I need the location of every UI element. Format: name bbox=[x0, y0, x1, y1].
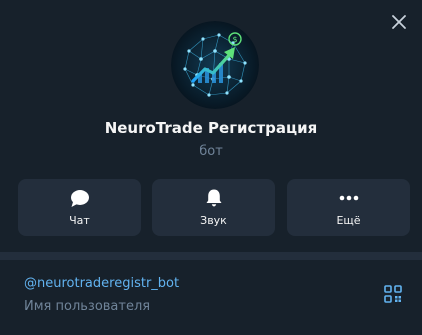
section-divider bbox=[0, 252, 422, 260]
sound-button[interactable]: Звук bbox=[152, 179, 275, 236]
username-caption: Имя пользователя bbox=[24, 299, 151, 314]
sound-button-label: Звук bbox=[200, 214, 227, 227]
profile-type: бот bbox=[199, 144, 223, 159]
more-button-label: Ещё bbox=[336, 214, 361, 227]
profile-name: NeuroTrade Регистрация bbox=[104, 119, 318, 137]
bell-icon bbox=[203, 188, 225, 208]
bot-avatar-logo: $ bbox=[171, 21, 259, 109]
qr-code-icon bbox=[384, 285, 402, 303]
chat-bubble-icon bbox=[69, 188, 91, 208]
svg-text:$: $ bbox=[232, 35, 237, 44]
chat-button[interactable]: Чат bbox=[18, 179, 141, 236]
chat-button-label: Чат bbox=[69, 214, 90, 227]
info-section: @neurotraderegistr_bot Имя пользователя bbox=[0, 260, 422, 335]
qr-code-button[interactable] bbox=[384, 285, 402, 303]
avatar[interactable]: $ bbox=[171, 21, 259, 109]
more-dots-icon bbox=[338, 188, 360, 208]
profile-panel: $ NeuroTrade Регистрация бот Чат Звук Ещ… bbox=[0, 0, 422, 252]
action-bar: Чат Звук Ещё bbox=[18, 179, 410, 236]
more-button[interactable]: Ещё bbox=[287, 179, 410, 236]
username-link[interactable]: @neurotraderegistr_bot bbox=[24, 276, 179, 291]
close-button[interactable] bbox=[389, 12, 409, 32]
close-icon bbox=[392, 15, 406, 29]
